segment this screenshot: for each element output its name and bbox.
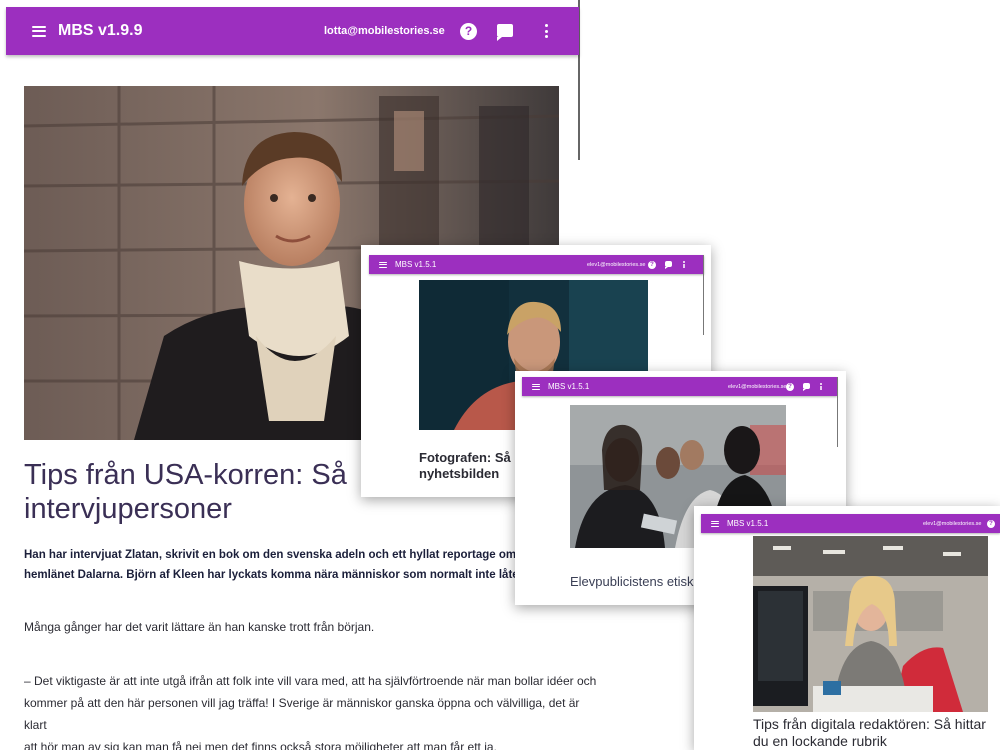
menu-icon[interactable] [379, 261, 387, 268]
article-quote-line-1: – Det viktigaste är att inte utgå ifrån … [24, 674, 597, 688]
feedback-chat-icon[interactable] [497, 24, 513, 41]
more-vert-icon[interactable] [683, 261, 685, 268]
feedback-chat-icon[interactable] [803, 383, 810, 391]
user-email[interactable]: lotta@mobilestories.se [324, 25, 445, 37]
article-lead-line-1: Han har intervjuat Zlatan, skrivit en bo… [24, 549, 533, 561]
help-icon[interactable]: ? [460, 22, 477, 40]
article-lead: Han har intervjuat Zlatan, skrivit en bo… [24, 545, 584, 585]
feedback-chat-icon[interactable] [665, 261, 672, 269]
app-title: MBS v1.5.1 [727, 519, 769, 528]
article-title-line-2: intervjupersoner [24, 493, 232, 525]
menu-icon[interactable] [532, 383, 540, 390]
article-quote-line-2: kommer på att den här personen vill jag … [24, 696, 580, 732]
window-edge [703, 255, 704, 335]
more-vert-icon[interactable] [545, 24, 549, 38]
user-email[interactable]: elev1@mobilestories.se [728, 384, 786, 390]
help-icon[interactable]: ? [648, 261, 656, 269]
newsroom-editor-illustration [753, 536, 988, 712]
article-image [753, 536, 988, 712]
article-quote-line-3: att hör man av sig kan man få nej men de… [24, 740, 497, 750]
screenshot-collage: MBS v1.9.9 lotta@mobilestories.se ? Tips… [0, 0, 1000, 750]
article-caption-line-1: Tips från digitala redaktören: Så hittar [753, 716, 986, 732]
help-icon[interactable]: ? [987, 520, 995, 528]
article-caption[interactable]: Tips från digitala redaktören: Så hittar… [753, 716, 986, 750]
menu-icon[interactable] [32, 25, 46, 37]
help-icon[interactable]: ? [786, 383, 794, 391]
app-bar: MBS v1.5.1 elev1@mobilestories.se ? [369, 255, 704, 274]
article-quote-paragraph: – Det viktigaste är att inte utgå ifrån … [24, 670, 599, 750]
app-bar: MBS v1.5.1 elev1@mobilestories.se ? [522, 377, 837, 396]
preview-window-headline: MBS v1.5.1 elev1@mobilestories.se ? Tips… [694, 506, 1000, 750]
article-caption-line-1: Fotografen: Så [419, 450, 511, 465]
app-title: MBS v1.5.1 [548, 382, 590, 391]
more-vert-icon[interactable] [820, 383, 822, 390]
app-bar: MBS v1.5.1 elev1@mobilestories.se ? [701, 514, 1000, 533]
article-caption-line-2: nyhetsbilden [419, 466, 500, 481]
menu-icon[interactable] [711, 520, 719, 527]
article-caption[interactable]: Fotografen: Så nyhetsbilden [419, 450, 511, 482]
article-paragraph: Många gånger har det varit lättare än ha… [24, 620, 375, 634]
user-email[interactable]: elev1@mobilestories.se [587, 262, 645, 268]
app-title: MBS v1.5.1 [395, 260, 437, 269]
window-edge [837, 377, 838, 447]
app-title: MBS v1.9.9 [58, 22, 143, 39]
app-bar: MBS v1.9.9 lotta@mobilestories.se ? [6, 7, 579, 55]
article-lead-line-2: hemlänet Dalarna. Björn af Kleen har lyc… [24, 569, 533, 581]
user-email[interactable]: elev1@mobilestories.se [923, 521, 981, 527]
article-caption[interactable]: Elevpublicistens etiska [570, 574, 701, 590]
article-caption-line-2: du en lockande rubrik [753, 733, 887, 749]
